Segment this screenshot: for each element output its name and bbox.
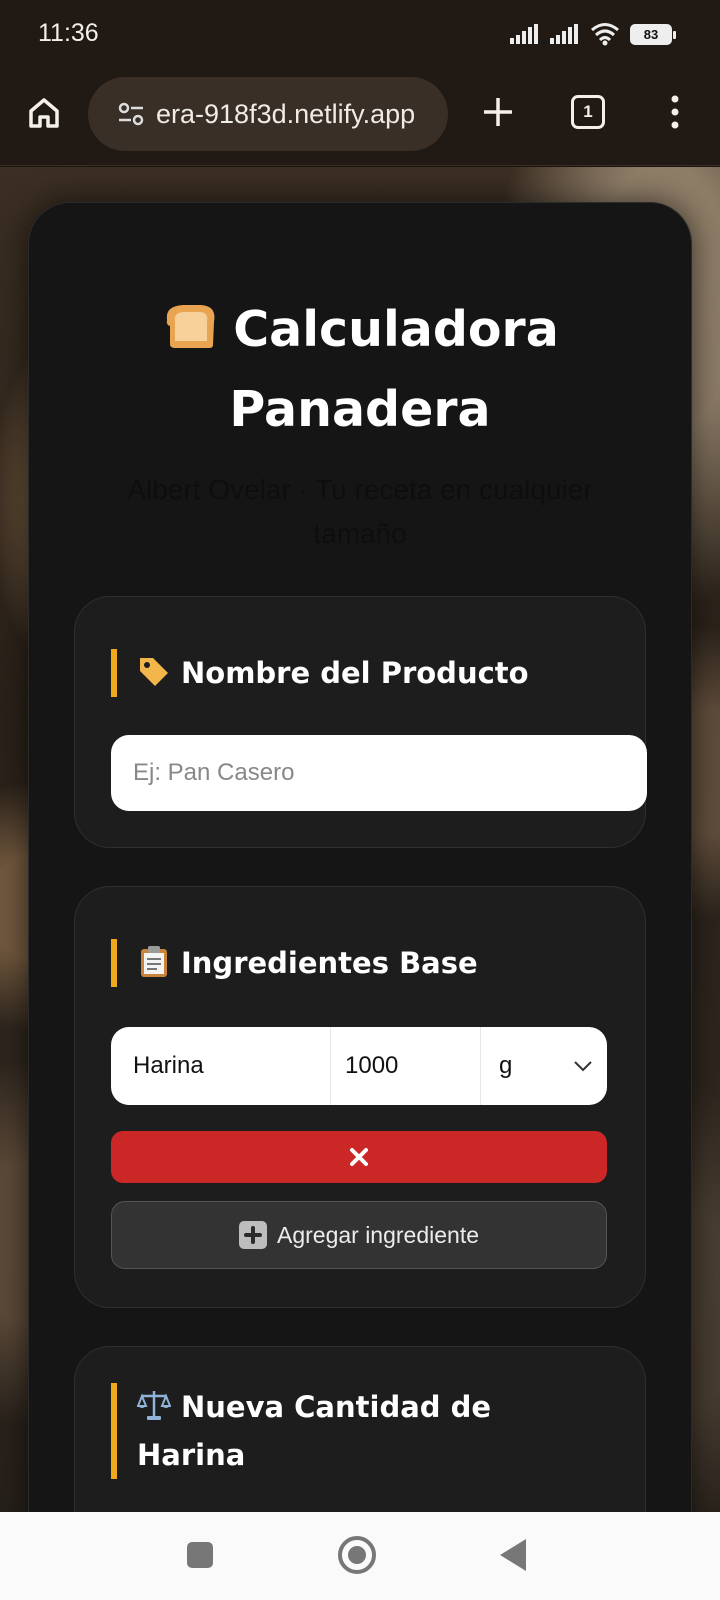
clock: 11:36 bbox=[38, 19, 99, 47]
url-text: era-918f3d.netlify.app bbox=[156, 98, 416, 129]
close-icon bbox=[350, 1148, 368, 1166]
product-name-heading: Nombre del Producto bbox=[111, 649, 529, 697]
product-name-input[interactable] bbox=[111, 735, 647, 811]
product-name-section: Nombre del Producto bbox=[74, 596, 647, 848]
new-tab-button[interactable] bbox=[478, 92, 518, 132]
site-settings-icon[interactable] bbox=[116, 99, 146, 129]
browser-toolbar: era-918f3d.netlify.app 1 bbox=[0, 66, 720, 166]
tag-icon bbox=[140, 658, 168, 686]
wifi-icon bbox=[591, 23, 619, 46]
product-name-title: Nombre del Producto bbox=[181, 656, 529, 690]
title-line-1: Calculadora bbox=[233, 301, 559, 358]
plus-icon bbox=[238, 1221, 267, 1249]
ingredient-row: Harina 1000 g bbox=[111, 1027, 607, 1105]
new-flour-heading: Nueva Cantidad de Harina bbox=[111, 1383, 531, 1479]
home-button[interactable] bbox=[24, 93, 64, 133]
system-nav-bar bbox=[0, 1512, 720, 1600]
new-flour-title: Nueva Cantidad de Harina bbox=[137, 1390, 492, 1472]
tab-switcher-button[interactable]: 1 bbox=[571, 95, 605, 129]
chevron-down-icon bbox=[574, 1061, 592, 1072]
add-ingredient-button[interactable]: Agregar ingrediente bbox=[111, 1201, 607, 1269]
recents-button[interactable] bbox=[187, 1542, 213, 1568]
status-bar: 11:36 83 bbox=[0, 0, 720, 66]
signal-icon-2 bbox=[550, 24, 578, 44]
scale-icon bbox=[137, 1391, 171, 1420]
ingredient-name-field[interactable]: Harina bbox=[111, 1027, 331, 1105]
ingredients-section: Ingredientes Base Harina 1000 g Agregar … bbox=[74, 886, 646, 1308]
more-vert-icon bbox=[671, 95, 679, 129]
clipboard-icon bbox=[141, 946, 167, 977]
ingredient-quantity-field[interactable]: 1000 bbox=[331, 1027, 481, 1105]
address-bar[interactable]: era-918f3d.netlify.app bbox=[88, 77, 448, 151]
ingredient-unit-select[interactable]: g bbox=[481, 1027, 607, 1105]
battery-level: 83 bbox=[643, 26, 659, 42]
page-title: Calculadora Panadera bbox=[0, 290, 720, 450]
plus-icon bbox=[484, 98, 512, 126]
home-nav-button[interactable] bbox=[338, 1536, 376, 1574]
add-ingredient-label: Agregar ingrediente bbox=[276, 1221, 480, 1248]
signal-icon bbox=[510, 24, 538, 44]
subtitle: Albert Ovelar · Tu receta en cualquier t… bbox=[127, 474, 593, 549]
bread-icon bbox=[167, 305, 215, 348]
unit-value: g bbox=[499, 1052, 513, 1079]
menu-button[interactable] bbox=[660, 92, 690, 132]
battery-icon: 83 bbox=[630, 23, 676, 45]
back-button[interactable] bbox=[500, 1539, 526, 1571]
system-icons: 83 bbox=[510, 22, 676, 46]
ingredients-heading: Ingredientes Base bbox=[111, 939, 478, 987]
home-icon bbox=[29, 98, 59, 128]
title-line-2: Panadera bbox=[229, 381, 491, 438]
delete-ingredient-button[interactable] bbox=[111, 1131, 607, 1183]
ingredients-title: Ingredientes Base bbox=[181, 946, 478, 980]
